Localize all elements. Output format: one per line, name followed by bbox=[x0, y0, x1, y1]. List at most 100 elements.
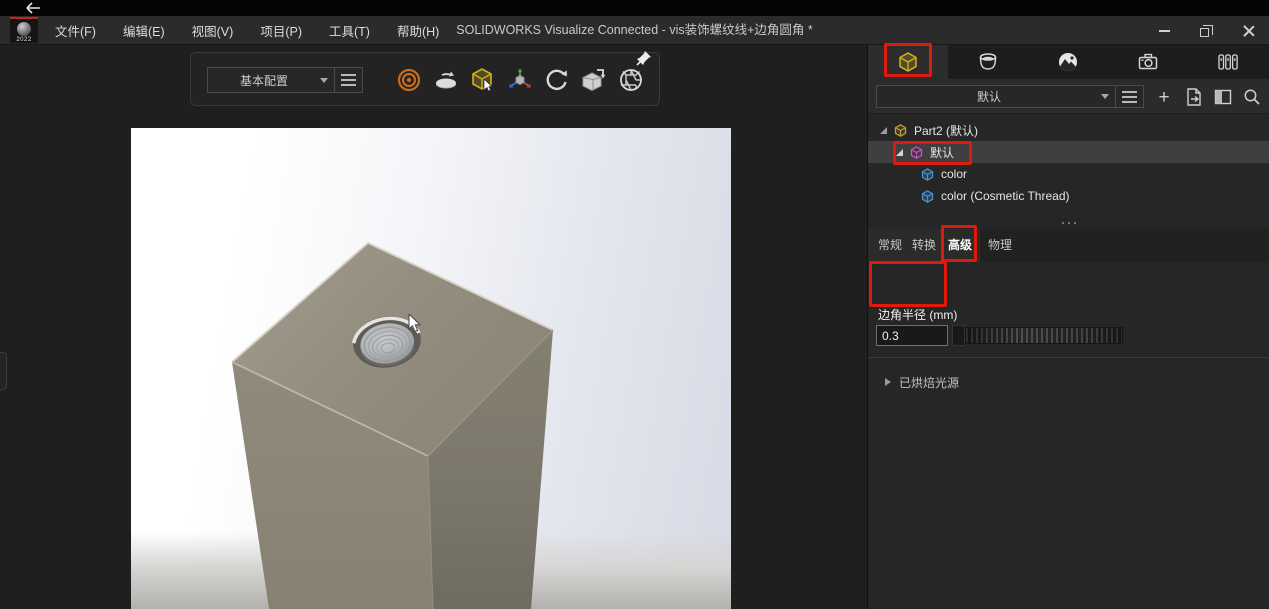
tree-label-part2: Part2 (默认) bbox=[914, 122, 978, 139]
turntable-icon bbox=[433, 67, 459, 93]
back-arrow-icon[interactable] bbox=[24, 1, 42, 15]
logo-year: 2022 bbox=[10, 37, 38, 43]
edge-radius-label: 边角半径 (mm) bbox=[878, 306, 957, 323]
tab-filters[interactable] bbox=[1188, 45, 1268, 79]
restore-button[interactable] bbox=[1185, 16, 1227, 45]
tree-row-default-selected[interactable]: 默认 bbox=[868, 141, 1269, 163]
tab-models[interactable] bbox=[868, 45, 948, 79]
minimize-icon bbox=[1159, 30, 1170, 32]
search-button[interactable] bbox=[1239, 84, 1265, 110]
filter-bars-icon bbox=[1216, 50, 1240, 74]
tab-advanced[interactable]: 高级 bbox=[948, 229, 972, 262]
tab-transform[interactable]: 转换 bbox=[912, 229, 936, 262]
expand-caret-icon[interactable] bbox=[894, 148, 904, 157]
target-rings-icon bbox=[396, 67, 422, 93]
import-button[interactable] bbox=[1181, 84, 1207, 110]
menu-view[interactable]: 视图(V) bbox=[192, 21, 234, 40]
scene-image-icon bbox=[1056, 50, 1080, 74]
rotate-view-button[interactable] bbox=[543, 66, 571, 94]
menu-edit[interactable]: 编辑(E) bbox=[123, 21, 165, 40]
pin-icon[interactable] bbox=[635, 49, 653, 67]
advanced-properties: 边角半径 (mm) bbox=[868, 262, 1269, 358]
divider bbox=[334, 68, 335, 92]
globe-icon bbox=[17, 22, 31, 36]
menu-file[interactable]: 文件(F) bbox=[55, 21, 96, 40]
panel-toolbar: 默认 + bbox=[868, 79, 1269, 114]
tree-label-color: color bbox=[941, 167, 967, 181]
import-icon bbox=[1183, 86, 1205, 108]
right-panel: 默认 + bbox=[867, 45, 1269, 609]
tab-cameras[interactable] bbox=[1108, 45, 1188, 79]
camera-cube-icon bbox=[581, 67, 607, 93]
render-viewport[interactable] bbox=[131, 128, 731, 609]
viewport-toolbar: 基本配置 bbox=[190, 52, 660, 106]
aperture-icon bbox=[618, 67, 644, 93]
detail-tab-bar: 常规 转换 高级 物理 bbox=[868, 229, 1269, 262]
top-strip bbox=[0, 0, 1269, 16]
edge-radius-slider-handle[interactable] bbox=[952, 325, 965, 346]
camera-icon bbox=[1136, 50, 1160, 74]
camera-cube-button[interactable] bbox=[580, 66, 608, 94]
minimize-button[interactable] bbox=[1143, 16, 1185, 45]
model-tree: Part2 (默认) 默认 color color (Cosmet bbox=[868, 114, 1269, 216]
library-dropdown[interactable]: 默认 bbox=[876, 85, 1144, 108]
tab-physics[interactable]: 物理 bbox=[988, 229, 1012, 262]
add-icon: + bbox=[1158, 88, 1169, 107]
close-icon bbox=[1243, 25, 1254, 36]
baked-lighting-section[interactable]: 已烘焙光源 bbox=[868, 367, 1269, 397]
metal-part-3d bbox=[131, 128, 731, 609]
aperture-button[interactable] bbox=[617, 66, 645, 94]
rotate-view-icon bbox=[544, 67, 570, 93]
hamburger-menu-icon[interactable] bbox=[1122, 91, 1137, 103]
move-axes-icon bbox=[507, 67, 533, 93]
cube-icon bbox=[896, 50, 920, 74]
dropdown-caret-icon bbox=[320, 78, 328, 83]
magenta-cube-icon bbox=[909, 145, 924, 160]
splitter-dots-icon bbox=[1068, 222, 1070, 224]
app-logo[interactable]: 2022 bbox=[10, 17, 38, 43]
configuration-dropdown[interactable]: 基本配置 bbox=[207, 67, 363, 93]
tree-row-color-cosmetic[interactable]: color (Cosmetic Thread) bbox=[868, 185, 1269, 207]
search-icon bbox=[1241, 86, 1263, 108]
edge-radius-input[interactable] bbox=[876, 325, 948, 346]
target-rings-button[interactable] bbox=[395, 66, 423, 94]
add-button[interactable]: + bbox=[1151, 84, 1177, 110]
expand-caret-icon[interactable] bbox=[878, 126, 888, 135]
blue-cube-icon bbox=[920, 167, 935, 182]
close-button[interactable] bbox=[1227, 16, 1269, 45]
left-panel-handle[interactable] bbox=[0, 352, 7, 390]
split-view-icon bbox=[1212, 86, 1234, 108]
baked-lighting-label: 已烘焙光源 bbox=[899, 374, 959, 391]
divider bbox=[1115, 86, 1116, 107]
tree-label-color-cosmetic: color (Cosmetic Thread) bbox=[941, 189, 1069, 203]
tree-row-color[interactable]: color bbox=[868, 163, 1269, 185]
menu-project[interactable]: 项目(P) bbox=[260, 21, 302, 40]
restore-icon bbox=[1200, 28, 1209, 37]
turntable-button[interactable] bbox=[432, 66, 460, 94]
menubar: 文件(F) 编辑(E) 视图(V) 项目(P) 工具(T) 帮助(H) bbox=[55, 16, 439, 45]
dropdown-caret-icon bbox=[1101, 94, 1109, 99]
hamburger-menu-icon[interactable] bbox=[341, 74, 356, 86]
tab-general[interactable]: 常规 bbox=[878, 229, 902, 262]
menu-help[interactable]: 帮助(H) bbox=[397, 21, 439, 40]
collapsed-caret-icon bbox=[885, 378, 891, 386]
paint-bucket-icon bbox=[976, 50, 1000, 74]
window-controls bbox=[1143, 16, 1269, 45]
viewport-surround: 基本配置 bbox=[0, 45, 867, 609]
blue-cube-icon bbox=[920, 189, 935, 204]
panel-splitter[interactable] bbox=[868, 216, 1269, 229]
select-object-icon bbox=[470, 67, 496, 93]
titlebar: 2022 文件(F) 编辑(E) 视图(V) 项目(P) 工具(T) 帮助(H)… bbox=[0, 16, 1269, 45]
menu-tools[interactable]: 工具(T) bbox=[329, 21, 370, 40]
select-object-button[interactable] bbox=[469, 66, 497, 94]
mouse-cursor-icon bbox=[408, 314, 422, 334]
tab-appearances[interactable] bbox=[948, 45, 1028, 79]
edge-radius-slider-track[interactable] bbox=[965, 327, 1123, 344]
configuration-label: 基本配置 bbox=[208, 72, 320, 89]
library-selected-label: 默认 bbox=[877, 88, 1101, 105]
split-view-button[interactable] bbox=[1210, 84, 1236, 110]
move-axes-button[interactable] bbox=[506, 66, 534, 94]
yellow-cube-icon bbox=[893, 123, 908, 138]
tab-scenes[interactable] bbox=[1028, 45, 1108, 79]
tree-row-part2[interactable]: Part2 (默认) bbox=[868, 119, 1269, 141]
